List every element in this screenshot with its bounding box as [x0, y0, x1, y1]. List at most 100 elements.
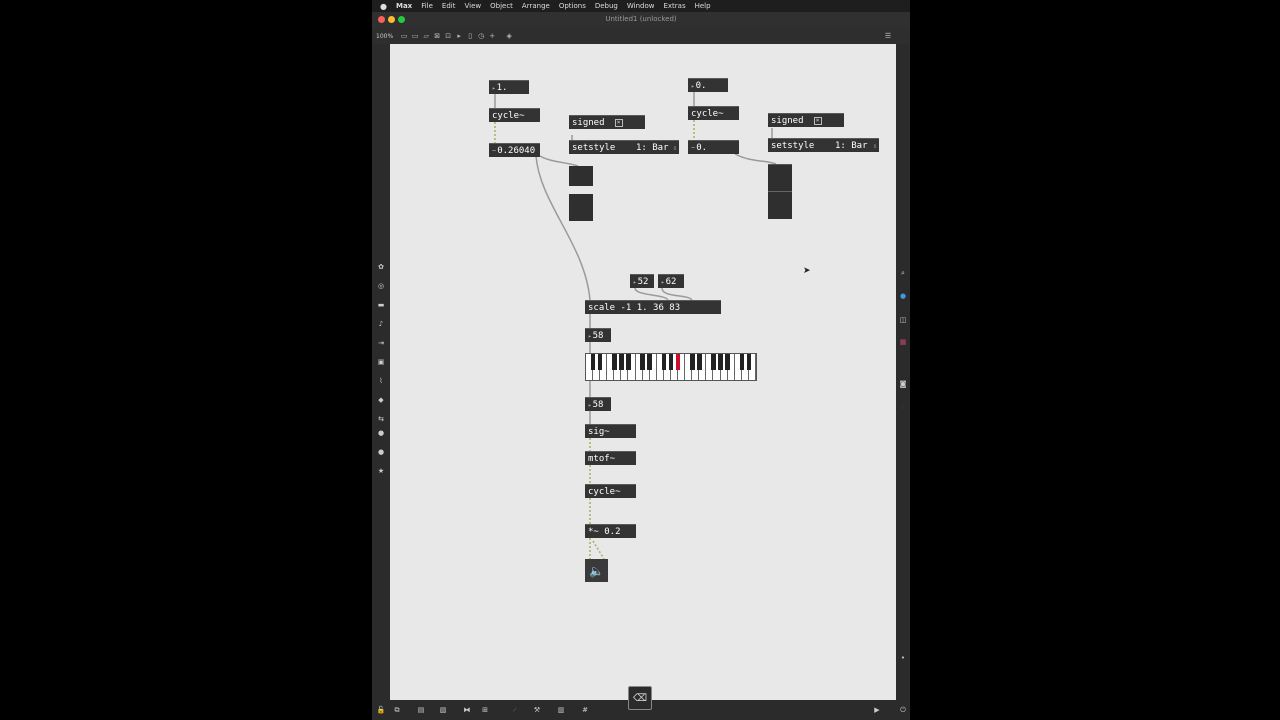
mixer-icon[interactable]: ⫶	[898, 402, 908, 412]
apple-menu-icon[interactable]: ●	[380, 2, 387, 11]
meter-bottom-left[interactable]	[569, 194, 593, 221]
signed-message-right[interactable]: signed ×	[768, 113, 844, 127]
setstyle-message-right[interactable]: setstyle	[768, 138, 832, 152]
black-key[interactable]	[718, 354, 723, 370]
menu-edit[interactable]: Edit	[442, 2, 456, 10]
note-number-bottom[interactable]: 58	[585, 397, 611, 411]
info-icon[interactable]: ●	[898, 291, 908, 301]
grid-icon[interactable]: ⊞	[480, 705, 490, 715]
selection-icon[interactable]: ⇥	[376, 338, 386, 348]
kslider-keyboard[interactable]	[585, 353, 757, 381]
browser-icon[interactable]: ✿	[376, 262, 386, 272]
scroll-handle-icon[interactable]: •	[898, 653, 908, 663]
black-key[interactable]	[746, 354, 752, 370]
black-key[interactable]	[689, 354, 695, 370]
menu-view[interactable]: View	[464, 2, 481, 10]
style-umenu-right[interactable]: 1: Bar	[832, 138, 879, 152]
sig-object[interactable]: sig~	[585, 424, 636, 438]
number-high[interactable]: 62	[658, 274, 684, 288]
camera-icon[interactable]: ◙	[898, 379, 908, 389]
menu-extras[interactable]: Extras	[663, 2, 685, 10]
menu-options[interactable]: Options	[559, 2, 586, 10]
black-key[interactable]	[711, 354, 716, 370]
piano-icon[interactable]: ▥	[556, 705, 566, 715]
black-key[interactable]	[597, 354, 603, 370]
v-badge-icon[interactable]: ●	[376, 428, 386, 438]
menu-object[interactable]: Object	[490, 2, 513, 10]
package-icon[interactable]: ◆	[376, 395, 386, 405]
mtof-object[interactable]: mtof~	[585, 451, 636, 465]
dial-object-icon[interactable]: ◷	[477, 32, 485, 40]
menu-max[interactable]: Max	[396, 2, 412, 10]
split-view-icon[interactable]: ◫	[898, 315, 908, 325]
target-icon[interactable]: ◎	[376, 281, 386, 291]
toggle-right[interactable]: ×	[813, 116, 822, 125]
number-low[interactable]: 52	[630, 274, 654, 288]
debug-icon[interactable]: ⧓	[462, 705, 472, 715]
signed-message-left[interactable]: signed ×	[569, 115, 645, 129]
grid-list-icon[interactable]: ☰	[884, 32, 892, 40]
new-message-icon[interactable]: ▭	[411, 32, 419, 40]
paint-bucket-icon[interactable]: ◈	[505, 32, 513, 40]
black-key[interactable]	[661, 354, 667, 370]
play-icon[interactable]: ▶	[872, 705, 882, 715]
slider-object-icon[interactable]: ▯	[466, 32, 474, 40]
black-key[interactable]	[640, 354, 645, 370]
speaker-icon[interactable]: 🔈	[585, 559, 608, 582]
cycle-object-osc[interactable]: cycle~	[585, 484, 636, 498]
layers-icon[interactable]: ▧	[438, 705, 448, 715]
button-object-icon[interactable]: ⊠	[433, 32, 441, 40]
meter-top-left[interactable]	[569, 166, 593, 186]
float-number-left[interactable]: 1.	[489, 80, 529, 94]
new-comment-icon[interactable]: ▱	[422, 32, 430, 40]
black-key[interactable]	[626, 354, 631, 370]
menu-window[interactable]: Window	[627, 2, 655, 10]
scale-object[interactable]: scale -1 1. 36 83	[585, 300, 721, 314]
loop-icon[interactable]: ⇆	[376, 414, 386, 424]
image-icon[interactable]: ▣	[376, 357, 386, 367]
black-key[interactable]	[612, 354, 617, 370]
float-number-right[interactable]: 0.	[688, 78, 728, 92]
signal-number-right[interactable]: 0.	[688, 140, 739, 154]
cycle-object-right[interactable]: cycle~	[688, 106, 739, 120]
menu-file[interactable]: File	[421, 2, 433, 10]
black-key[interactable]	[697, 354, 702, 370]
style-umenu-left[interactable]: 1: Bar	[633, 140, 679, 154]
star-icon[interactable]: ★	[376, 466, 386, 476]
signal-number-left[interactable]: 0.26040	[489, 143, 540, 157]
toggle-left[interactable]: ×	[614, 118, 623, 127]
black-key[interactable]	[675, 354, 681, 370]
patch-canvas[interactable]: 1. cycle~ 0.26040 signed × setstyle 1: Ba…	[390, 44, 896, 700]
menu-debug[interactable]: Debug	[595, 2, 618, 10]
wrench-icon[interactable]: ⚒	[532, 705, 542, 715]
note-number-top[interactable]: 58	[585, 328, 611, 342]
black-key[interactable]	[590, 354, 596, 370]
black-key[interactable]	[619, 354, 624, 370]
number-object-icon[interactable]: ▸	[455, 32, 463, 40]
color-grid-icon[interactable]: ▦	[898, 337, 908, 347]
setstyle-message-left[interactable]: setstyle	[569, 140, 633, 154]
a-badge-icon[interactable]: ●	[376, 447, 386, 457]
cycle-object-left[interactable]: cycle~	[489, 108, 540, 122]
black-key[interactable]	[725, 354, 730, 370]
black-key[interactable]	[647, 354, 652, 370]
paperclip-icon[interactable]: ⌇	[376, 376, 386, 386]
black-key[interactable]	[668, 354, 674, 370]
menu-help[interactable]: Help	[695, 2, 711, 10]
black-key[interactable]	[739, 354, 745, 370]
palette-icon[interactable]: ▬	[376, 300, 386, 310]
check-icon[interactable]: ✓	[510, 705, 520, 715]
menu-arrange[interactable]: Arrange	[522, 2, 550, 10]
delete-button[interactable]: ⌫	[628, 686, 652, 710]
comment-icon[interactable]: ▤	[416, 705, 426, 715]
gain-object[interactable]: *~ 0.2	[585, 524, 636, 538]
add-object-icon[interactable]: +	[488, 32, 496, 40]
hash-icon[interactable]: #	[580, 705, 590, 715]
toggle-object-icon[interactable]: ⊡	[444, 32, 452, 40]
power-icon[interactable]: ⏻	[898, 705, 908, 715]
search-icon[interactable]: ⌕	[898, 268, 908, 278]
new-object-icon[interactable]: ▭	[400, 32, 408, 40]
lock-icon[interactable]: 🔓	[376, 705, 386, 715]
zoom-level[interactable]: 100%	[376, 33, 393, 40]
meter-right[interactable]	[768, 164, 792, 219]
